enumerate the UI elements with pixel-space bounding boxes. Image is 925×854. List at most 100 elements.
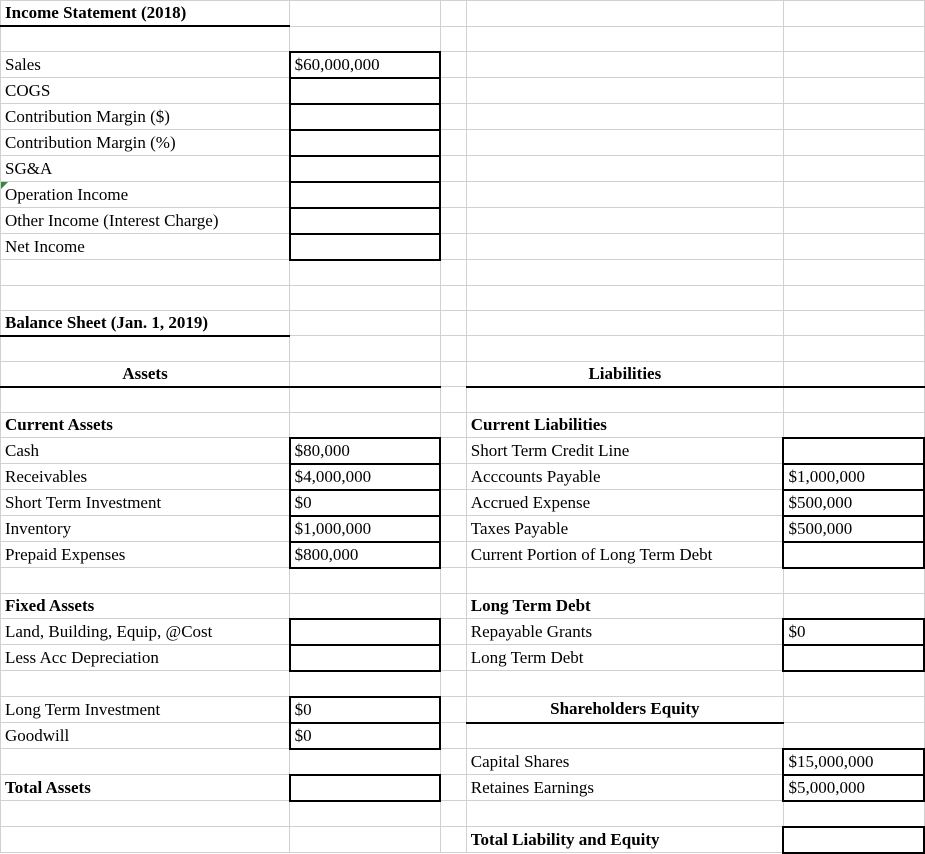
cell[interactable]	[440, 52, 466, 78]
cell[interactable]	[440, 387, 466, 413]
taxes-value[interactable]: $500,000	[783, 516, 924, 542]
cell[interactable]	[440, 1, 466, 27]
cell[interactable]	[466, 336, 783, 362]
cell[interactable]	[466, 568, 783, 594]
cell[interactable]	[440, 490, 466, 516]
cell[interactable]	[783, 26, 924, 52]
cell[interactable]	[290, 310, 441, 336]
cell[interactable]	[440, 542, 466, 568]
cell[interactable]	[290, 336, 441, 362]
total-le-value[interactable]	[783, 827, 924, 853]
cell[interactable]	[290, 801, 441, 827]
cell[interactable]	[440, 645, 466, 671]
cell[interactable]	[1, 26, 290, 52]
sti-value[interactable]: $0	[290, 490, 441, 516]
other-income-value[interactable]	[290, 208, 441, 234]
cell[interactable]	[440, 697, 466, 723]
cell[interactable]	[783, 156, 924, 182]
sga-value[interactable]	[290, 156, 441, 182]
cell[interactable]	[290, 1, 441, 27]
cell[interactable]	[783, 130, 924, 156]
goodwill-value[interactable]: $0	[290, 723, 441, 749]
net-income-value[interactable]	[290, 234, 441, 260]
cpltd-value[interactable]	[783, 542, 924, 568]
inventory-value[interactable]: $1,000,000	[290, 516, 441, 542]
stcl-value[interactable]	[783, 438, 924, 464]
cell[interactable]	[466, 130, 783, 156]
cell[interactable]	[440, 516, 466, 542]
cell[interactable]	[440, 827, 466, 853]
cell[interactable]	[440, 412, 466, 438]
cell[interactable]	[466, 26, 783, 52]
cell[interactable]	[1, 568, 290, 594]
cell[interactable]	[440, 78, 466, 104]
cell[interactable]	[1, 671, 290, 697]
cell[interactable]	[783, 723, 924, 749]
cell[interactable]	[466, 260, 783, 286]
cell[interactable]	[783, 671, 924, 697]
cell[interactable]	[440, 775, 466, 801]
cell[interactable]	[440, 130, 466, 156]
cell[interactable]	[783, 234, 924, 260]
cell[interactable]	[783, 568, 924, 594]
cell[interactable]	[783, 52, 924, 78]
cash-value[interactable]: $80,000	[290, 438, 441, 464]
cogs-value[interactable]	[290, 78, 441, 104]
cell[interactable]	[440, 619, 466, 645]
cell[interactable]	[290, 671, 441, 697]
cell[interactable]	[783, 387, 924, 413]
ap-value[interactable]: $1,000,000	[783, 464, 924, 490]
cell[interactable]	[290, 827, 441, 853]
cell[interactable]	[440, 464, 466, 490]
cell[interactable]	[1, 260, 290, 286]
cell[interactable]	[290, 361, 441, 387]
accrued-value[interactable]: $500,000	[783, 490, 924, 516]
cell[interactable]	[440, 208, 466, 234]
cell[interactable]	[440, 593, 466, 619]
repayable-value[interactable]: $0	[783, 619, 924, 645]
cell[interactable]	[440, 182, 466, 208]
cell[interactable]	[440, 156, 466, 182]
cell[interactable]	[466, 78, 783, 104]
cell[interactable]	[290, 260, 441, 286]
cell[interactable]	[1, 336, 290, 362]
cell[interactable]	[783, 78, 924, 104]
cell[interactable]	[440, 723, 466, 749]
cell[interactable]	[783, 260, 924, 286]
cell[interactable]	[440, 260, 466, 286]
lbe-value[interactable]	[290, 619, 441, 645]
cell[interactable]	[783, 412, 924, 438]
cell[interactable]	[290, 285, 441, 310]
cm-dollars-value[interactable]	[290, 104, 441, 130]
cell[interactable]	[466, 1, 783, 27]
cell[interactable]	[440, 801, 466, 827]
cell[interactable]	[466, 156, 783, 182]
cell[interactable]	[783, 285, 924, 310]
cell[interactable]	[783, 593, 924, 619]
cell[interactable]	[1, 801, 290, 827]
cell[interactable]	[466, 671, 783, 697]
cell[interactable]	[783, 104, 924, 130]
retained-value[interactable]: $5,000,000	[783, 775, 924, 801]
cell[interactable]	[1, 387, 290, 413]
cell[interactable]	[290, 568, 441, 594]
cell[interactable]	[466, 234, 783, 260]
cell[interactable]	[466, 52, 783, 78]
cell[interactable]	[440, 671, 466, 697]
cell[interactable]	[290, 593, 441, 619]
cell[interactable]	[783, 310, 924, 336]
cell[interactable]	[783, 361, 924, 387]
cell[interactable]	[466, 208, 783, 234]
sales-value[interactable]: $60,000,000	[290, 52, 441, 78]
cell[interactable]	[290, 412, 441, 438]
cell[interactable]	[440, 568, 466, 594]
cell[interactable]	[290, 749, 441, 775]
cell[interactable]	[440, 104, 466, 130]
cell[interactable]	[466, 801, 783, 827]
cell[interactable]	[466, 182, 783, 208]
cell[interactable]	[440, 438, 466, 464]
cell[interactable]	[440, 336, 466, 362]
cell[interactable]	[290, 387, 441, 413]
cell[interactable]	[466, 310, 783, 336]
cell[interactable]	[783, 697, 924, 723]
